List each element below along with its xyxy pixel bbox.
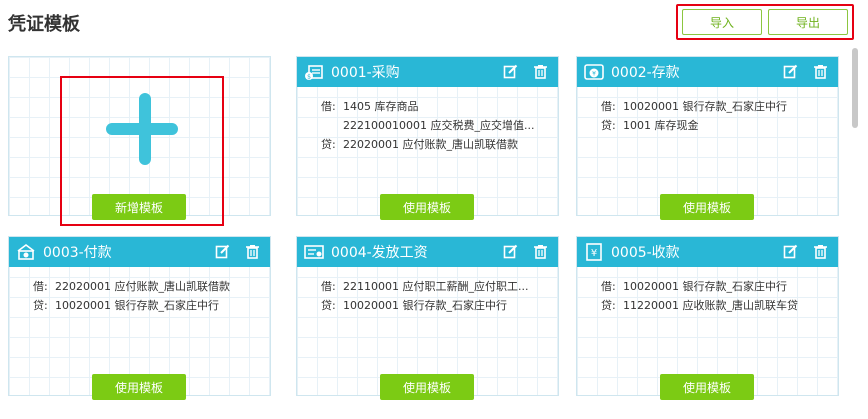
edit-icon[interactable]: [502, 63, 518, 79]
template-title: 0003-付款: [43, 245, 112, 261]
add-template-card: 新增模板: [8, 56, 271, 236]
receipt-icon: ¥: [583, 241, 605, 263]
edit-icon[interactable]: [782, 63, 798, 79]
entry-row: 贷: 1001 库存现金: [601, 119, 699, 132]
delete-icon[interactable]: [244, 243, 260, 259]
template-card-0001: $ 0001-采购 借: 1405 库存商品 222100010001 应交税费_…: [296, 56, 559, 236]
entry-row: 借: 22020001 应付账款_唐山凯联借款: [33, 280, 230, 293]
template-grid: 新增模板 $ 0001-采购 借: 1405 库存商品 222100010001 …: [8, 48, 848, 414]
template-card-header: ¥ 0002-存款: [577, 57, 838, 87]
entry-list: 借: 10020001 银行存款_石家庄中行 贷: 1001 库存现金: [601, 97, 828, 135]
entry-row: 借: 22110001 应付职工薪酬_应付职工...: [321, 280, 529, 293]
entry-row: 222100010001 应交税费_应交增值...: [343, 119, 535, 132]
entry-list: 借: 10020001 银行存款_石家庄中行 贷: 11220001 应收账款_唐山…: [601, 277, 828, 315]
template-card-0003: 0003-付款 借: 22020001 应付账款_唐山凯联借款 贷: 1002000…: [8, 236, 271, 416]
svg-text:$: $: [307, 74, 311, 81]
salary-icon: [303, 241, 325, 263]
scrollbar[interactable]: [852, 48, 858, 128]
use-template-button[interactable]: 使用模板: [660, 194, 754, 220]
add-template-button[interactable]: 新增模板: [92, 194, 186, 220]
template-card-header: ¥ 0005-收款: [577, 237, 838, 267]
template-card-header: 0003-付款: [9, 237, 270, 267]
template-card-body: $ 0001-采购 借: 1405 库存商品 222100010001 应交税费_…: [296, 56, 559, 216]
export-button[interactable]: 导出: [768, 9, 848, 35]
template-card-body: ¥ 0005-收款 借: 10020001 银行存款_石家庄中行 贷: 112200…: [576, 236, 839, 396]
import-button[interactable]: 导入: [682, 9, 762, 35]
template-card-0004: 0004-发放工资 借: 22110001 应付职工薪酬_应付职工... 贷: 10…: [296, 236, 559, 416]
entry-row: 借: 1405 库存商品: [321, 100, 419, 113]
purchase-icon: $: [303, 61, 325, 83]
delete-icon[interactable]: [812, 63, 828, 79]
deposit-icon: ¥: [583, 61, 605, 83]
template-title: 0002-存款: [611, 65, 680, 81]
template-card-body: ¥ 0002-存款 借: 10020001 银行存款_石家庄中行 贷: 1001 库…: [576, 56, 839, 216]
use-template-button[interactable]: 使用模板: [380, 194, 474, 220]
svg-text:¥: ¥: [592, 71, 596, 78]
use-template-button[interactable]: 使用模板: [92, 374, 186, 400]
entry-list: 借: 22020001 应付账款_唐山凯联借款 贷: 10020001 银行存款_石…: [33, 277, 260, 315]
template-title: 0004-发放工资: [331, 245, 428, 261]
entry-row: 贷: 11220001 应收账款_唐山凯联车贷: [601, 299, 798, 312]
page-title: 凭证模板: [8, 14, 80, 35]
entry-list: 借: 22110001 应付职工薪酬_应付职工... 贷: 10020001 银行存…: [321, 277, 548, 315]
payment-icon: [15, 241, 37, 263]
use-template-button[interactable]: 使用模板: [380, 374, 474, 400]
entry-row: 贷: 22020001 应付账款_唐山凯联借款: [321, 138, 518, 151]
use-template-button[interactable]: 使用模板: [660, 374, 754, 400]
entry-row: 借: 10020001 银行存款_石家庄中行: [601, 280, 787, 293]
delete-icon[interactable]: [532, 243, 548, 259]
delete-icon[interactable]: [532, 63, 548, 79]
template-card-body: 0004-发放工资 借: 22110001 应付职工薪酬_应付职工... 贷: 10…: [296, 236, 559, 396]
delete-icon[interactable]: [812, 243, 828, 259]
template-title: 0001-采购: [331, 65, 400, 81]
template-card-0002: ¥ 0002-存款 借: 10020001 银行存款_石家庄中行 贷: 1001 库…: [576, 56, 839, 236]
entry-row: 贷: 10020001 银行存款_石家庄中行: [321, 299, 507, 312]
template-card-header: 0004-发放工资: [297, 237, 558, 267]
edit-icon[interactable]: [214, 243, 230, 259]
edit-icon[interactable]: [502, 243, 518, 259]
edit-icon[interactable]: [782, 243, 798, 259]
import-export-group: 导入 导出: [676, 4, 854, 40]
entry-row: 借: 10020001 银行存款_石家庄中行: [601, 100, 787, 113]
svg-text:¥: ¥: [591, 248, 597, 259]
entry-row: 贷: 10020001 银行存款_石家庄中行: [33, 299, 219, 312]
template-title: 0005-收款: [611, 245, 680, 261]
template-card-header: $ 0001-采购: [297, 57, 558, 87]
plus-icon-bar: [106, 123, 178, 135]
template-card-body: 0003-付款 借: 22020001 应付账款_唐山凯联借款 贷: 1002000…: [8, 236, 271, 396]
template-card-0005: ¥ 0005-收款 借: 10020001 银行存款_石家庄中行 贷: 112200…: [576, 236, 839, 416]
entry-list: 借: 1405 库存商品 222100010001 应交税费_应交增值... 贷:…: [321, 97, 548, 154]
